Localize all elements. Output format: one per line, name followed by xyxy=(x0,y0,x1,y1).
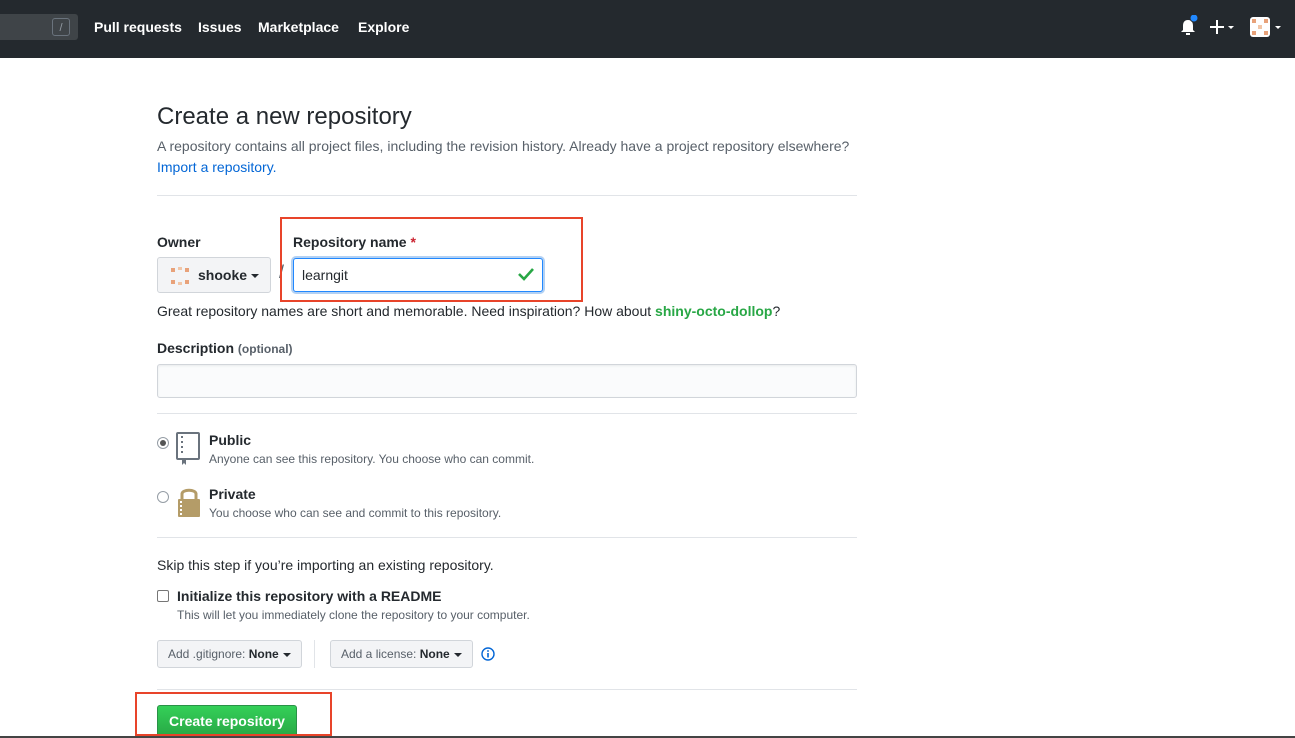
private-radio[interactable] xyxy=(157,491,169,503)
gitignore-label: Add .gitignore: xyxy=(168,647,246,661)
readme-label[interactable]: Initialize this repository with a README xyxy=(177,587,441,605)
plus-icon[interactable] xyxy=(1210,18,1238,41)
optional-tag: (optional) xyxy=(237,342,293,356)
nav-issues[interactable]: Issues xyxy=(198,18,242,36)
name-suggestion-link[interactable]: shiny-octo-dollop xyxy=(655,303,772,319)
name-hint: Great repository names are short and mem… xyxy=(157,302,780,320)
import-repository-link[interactable]: Import a repository. xyxy=(157,159,277,175)
repo-book-icon xyxy=(176,432,202,471)
chevron-down-icon xyxy=(282,652,291,657)
public-radio[interactable] xyxy=(157,437,169,449)
page-title: Create a new repository xyxy=(157,103,412,130)
owner-label: Owner xyxy=(157,234,201,250)
nav-explore[interactable]: Explore xyxy=(358,18,409,36)
hint-text: Great repository names are short and mem… xyxy=(157,303,652,319)
readme-checkbox[interactable] xyxy=(157,590,169,602)
owner-select[interactable]: shooke xyxy=(157,257,271,293)
nav-pull-requests[interactable]: Pull requests xyxy=(94,18,182,36)
page-subtitle: A repository contains all project files,… xyxy=(157,136,857,178)
gitignore-value: None xyxy=(248,647,279,661)
bell-icon[interactable] xyxy=(1178,13,1200,44)
private-desc: You choose who can see and commit to thi… xyxy=(209,506,502,520)
license-label: Add a license: xyxy=(341,647,417,661)
license-value: None xyxy=(419,647,450,661)
gitignore-select[interactable]: Add .gitignore: None xyxy=(157,640,302,668)
repository-name-input[interactable]: learngit xyxy=(293,258,543,292)
chevron-down-icon xyxy=(251,274,260,279)
owner-name: shooke xyxy=(198,267,260,283)
select-separator xyxy=(314,640,315,668)
owner-avatar-icon xyxy=(170,266,190,291)
readme-desc: This will let you immediately clone the … xyxy=(177,608,530,622)
repo-name-label-text: Repository name xyxy=(293,234,407,250)
search-shortcut-key: / xyxy=(52,18,70,36)
check-icon xyxy=(518,267,534,286)
public-desc: Anyone can see this repository. You choo… xyxy=(209,452,535,466)
divider xyxy=(157,689,857,690)
hint-suffix: ? xyxy=(772,303,781,319)
chevron-down-icon xyxy=(453,652,462,657)
required-mark: * xyxy=(410,234,416,250)
skip-note: Skip this step if you’re importing an ex… xyxy=(157,557,494,573)
top-header: / Pull requests Issues Marketplace Explo… xyxy=(0,0,1295,58)
description-label: Description (optional) xyxy=(157,339,293,358)
owner-name-text: shooke xyxy=(198,267,248,283)
private-title: Private xyxy=(209,486,256,502)
license-select[interactable]: Add a license: None xyxy=(330,640,473,668)
avatar-icon[interactable] xyxy=(1250,16,1286,43)
description-label-text: Description xyxy=(157,340,235,356)
public-title: Public xyxy=(209,432,252,448)
info-icon[interactable] xyxy=(481,647,495,666)
nav-marketplace[interactable]: Marketplace xyxy=(258,18,339,36)
divider xyxy=(157,195,857,196)
owner-repo-separator: / xyxy=(279,262,285,282)
lock-icon xyxy=(176,486,202,523)
divider xyxy=(157,537,857,538)
divider xyxy=(157,413,857,414)
subtitle-text: A repository contains all project files,… xyxy=(157,138,850,154)
repo-name-label: Repository name * xyxy=(293,233,416,251)
description-input[interactable] xyxy=(157,364,857,398)
create-repository-button[interactable]: Create repository xyxy=(157,705,297,738)
